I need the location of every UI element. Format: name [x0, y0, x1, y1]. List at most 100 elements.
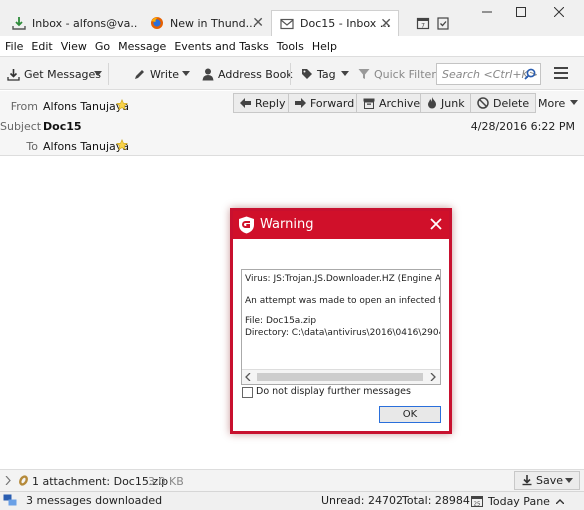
chevron-down-icon[interactable]: [565, 478, 573, 484]
forward-label: Forward: [310, 96, 355, 110]
person-icon: [202, 68, 218, 81]
minimize-button[interactable]: [472, 2, 502, 22]
menu-tools[interactable]: Tools: [277, 40, 304, 53]
today-pane-toggle[interactable]: 25 Today Pane: [465, 492, 584, 510]
write-button[interactable]: Write: [133, 65, 179, 83]
antivirus-warning-dialog: Warning Virus: JS:Trojan.JS.Downloader.H…: [230, 208, 452, 434]
tab-label: Inbox - alfons@va...: [32, 16, 138, 30]
get-messages-dropdown[interactable]: [94, 65, 106, 83]
unread-count: Unread: 24702: [321, 494, 403, 507]
tab-label: Doc15 - Inbox ...: [300, 17, 391, 30]
tab-label: New in Thund...: [170, 16, 257, 30]
junk-label: Junk: [441, 96, 465, 110]
chevron-down-icon: [570, 100, 582, 106]
menu-edit[interactable]: Edit: [31, 40, 52, 53]
forward-button[interactable]: Forward: [288, 93, 362, 113]
tag-button[interactable]: Tag: [301, 65, 353, 83]
scrollbar-thumb[interactable]: [257, 373, 423, 381]
scroll-right-icon[interactable]: [430, 373, 436, 381]
star-icon[interactable]: [116, 139, 128, 151]
quick-filter-button[interactable]: Quick Filter: [358, 65, 436, 83]
tab-doc15[interactable]: Doc15 - Inbox ... ✕: [271, 10, 399, 36]
ok-button[interactable]: OK: [379, 406, 441, 423]
attachment-bar: 1 attachment: Doc15.zip 3.0 KB Save: [0, 469, 584, 491]
more-label: More: [538, 96, 566, 110]
menu-message[interactable]: Message: [118, 40, 166, 53]
reply-label: Reply: [255, 96, 286, 110]
window-close-button[interactable]: [544, 2, 574, 22]
get-messages-button[interactable]: Get Messages: [7, 65, 101, 83]
subject-value: Doc15: [43, 120, 82, 133]
reply-arrow-icon: [240, 98, 255, 108]
to-label: To: [26, 140, 38, 153]
junk-button[interactable]: Junk: [420, 93, 472, 113]
close-icon[interactable]: ✕: [380, 16, 392, 32]
save-attachment-button[interactable]: Save: [514, 471, 580, 490]
archive-label: Archive: [379, 96, 421, 110]
write-dropdown[interactable]: [182, 65, 194, 83]
save-label: Save: [536, 474, 564, 487]
scroll-left-icon[interactable]: [245, 373, 251, 381]
main-toolbar: Get Messages Write Address Book Tag Quic…: [0, 56, 584, 90]
archive-box-icon: [363, 98, 379, 109]
forward-arrow-icon: [295, 98, 310, 108]
close-icon[interactable]: ✕: [252, 15, 264, 31]
message-date: 4/28/2016 6:22 PM: [470, 120, 575, 133]
expand-chevron-icon[interactable]: [5, 476, 11, 485]
from-label: From: [10, 100, 38, 113]
status-bar: 3 messages downloaded Unread: 24702 Tota…: [0, 491, 584, 510]
infected-file: File: Doc15a.zip: [245, 316, 317, 326]
save-arrow-icon: [522, 475, 532, 486]
more-button[interactable]: More: [531, 93, 584, 113]
status-message: 3 messages downloaded: [26, 494, 163, 507]
dialog-title-bar: Warning: [233, 211, 449, 239]
get-messages-label: Get Messages: [24, 67, 102, 81]
close-icon[interactable]: [430, 218, 442, 230]
pencil-icon: [133, 68, 150, 81]
inbox-download-icon: [12, 16, 26, 30]
funnel-icon: [358, 68, 374, 80]
virus-name: Virus: JS:Trojan.JS.Downloader.HZ (Engin…: [245, 274, 441, 284]
download-icon: [7, 68, 24, 81]
tab-new-in-thunderbird[interactable]: New in Thund... ✕: [142, 10, 270, 36]
maximize-button[interactable]: [506, 2, 536, 22]
dialog-title: Warning: [260, 217, 314, 232]
search-icon[interactable]: [524, 68, 536, 80]
today-pane-label: Today Pane: [488, 494, 550, 508]
calendar-icon[interactable]: 7: [416, 16, 430, 30]
connection-icon[interactable]: [3, 494, 17, 507]
prohibited-icon: [477, 97, 493, 109]
toolbar-divider: [290, 63, 291, 85]
address-book-button[interactable]: Address Book: [202, 65, 293, 83]
menu-help[interactable]: Help: [312, 40, 337, 53]
tag-label: Tag: [317, 67, 336, 81]
delete-label: Delete: [493, 96, 530, 110]
calendar-icon: 25: [471, 495, 483, 507]
chevron-down-icon: [340, 71, 353, 77]
horizontal-scrollbar[interactable]: [242, 369, 440, 384]
menu-view[interactable]: View: [61, 40, 87, 53]
menu-events-and-tasks[interactable]: Events and Tasks: [174, 40, 268, 53]
paperclip-icon: [18, 474, 29, 487]
tasks-icon[interactable]: [436, 16, 450, 30]
antivirus-shield-icon: [238, 216, 255, 234]
delete-button[interactable]: Delete: [470, 93, 537, 113]
subject-label: Subject: [0, 120, 42, 133]
menu-bar: File Edit View Go Message Events and Tas…: [0, 36, 584, 56]
menu-file[interactable]: File: [5, 40, 23, 53]
svg-text:25: 25: [474, 501, 481, 507]
do-not-display-checkbox[interactable]: [242, 387, 253, 398]
infection-notice: An attempt was made to open an infected …: [245, 296, 441, 306]
toolbar-divider: [108, 63, 109, 85]
message-header: From Alfons Tanujaya Subject Doc15 4/28/…: [0, 91, 584, 156]
menu-go[interactable]: Go: [95, 40, 110, 53]
archive-button[interactable]: Archive: [356, 93, 428, 113]
app-menu-icon[interactable]: [553, 66, 569, 80]
infected-directory: Directory: C:\data\antivirus\2016\0416\2…: [245, 328, 441, 338]
tab-inbox[interactable]: Inbox - alfons@va...: [4, 10, 138, 36]
tag-icon: [301, 68, 317, 80]
search-input[interactable]: Search <Ctrl+K>: [436, 63, 541, 85]
star-icon[interactable]: [116, 99, 128, 111]
reply-button[interactable]: Reply: [233, 93, 293, 113]
checkbox-label: Do not display further messages: [256, 386, 411, 397]
